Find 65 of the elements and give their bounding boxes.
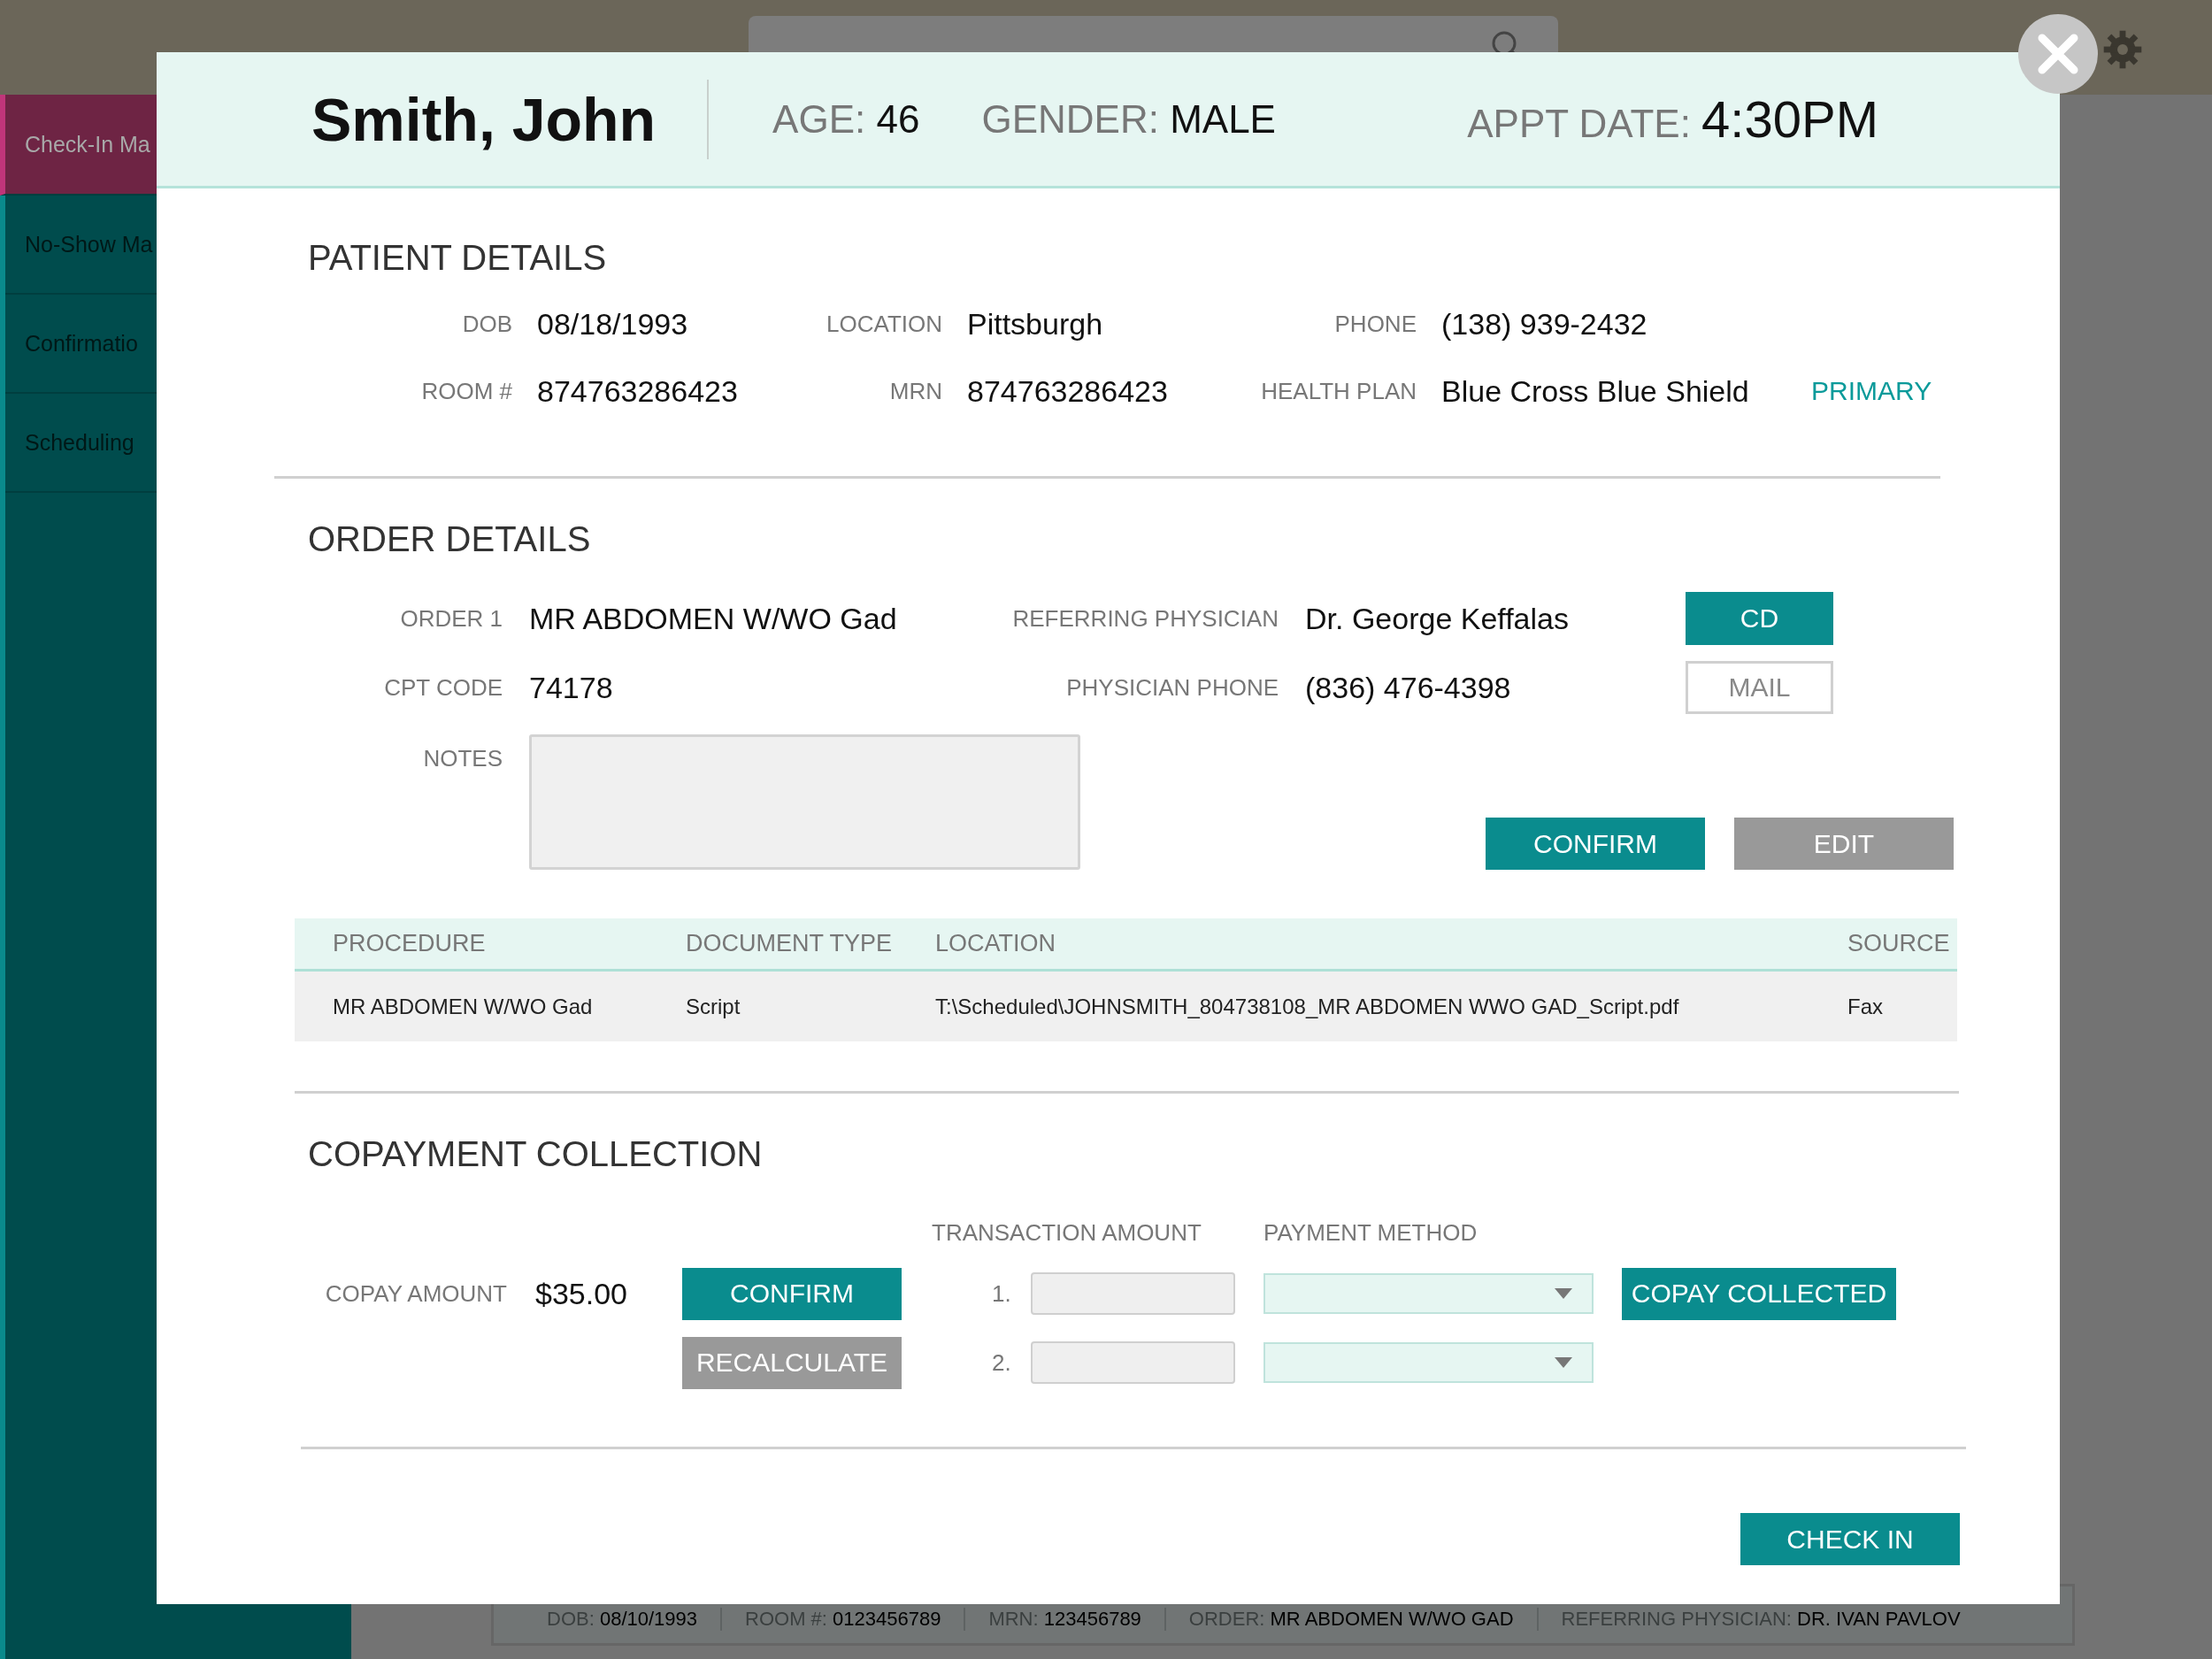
order-button[interactable]: CONFIRM — [1486, 818, 1705, 870]
order-button[interactable]: EDIT — [1734, 818, 1954, 870]
patient-name: Smith, John — [311, 84, 657, 154]
caret-icon — [1555, 1288, 1572, 1299]
table-cell-text: MR ABDOMEN W/WO Gad — [333, 994, 594, 1019]
line-number: 2. — [992, 1348, 1011, 1377]
field-value: MR ABDOMEN W/WO Gad — [529, 601, 898, 636]
send-button[interactable]: CD — [1686, 592, 1833, 645]
field-label: MRN — [888, 377, 942, 405]
column-header: SOURCE — [1847, 930, 1951, 957]
card-field: REFERRING PHYSICIAN: DR. IVAN PAVLOV — [1561, 1608, 1984, 1631]
section-title: COPAYMENT COLLECTION — [307, 1134, 764, 1174]
field-label: CPT CODE — [383, 673, 503, 702]
table-cell-text: T:\Scheduled\JOHNSMITH_804738108_MR ABDOMEN WWO GAD_Script.pdf — [935, 994, 1680, 1019]
card-field: ORDER: MR ABDOMEN W/WO GAD — [1188, 1608, 1539, 1631]
payment-method-select[interactable] — [1263, 1273, 1594, 1314]
field-value: Blue Cross Blue Shield — [1441, 373, 1750, 409]
field-value: 08/18/1993 — [537, 306, 689, 342]
amount-field[interactable] — [1030, 1272, 1235, 1315]
payment-method-select[interactable] — [1263, 1342, 1594, 1383]
column-label: PAYMENT METHOD — [1263, 1218, 1479, 1247]
settings-icon[interactable] — [2102, 29, 2143, 70]
send-button[interactable]: MAIL — [1686, 661, 1833, 714]
field-value: 874763286423 — [967, 373, 1169, 409]
field-label: COPAY AMOUNT — [324, 1279, 507, 1308]
section-title: ORDER DETAILS — [307, 519, 592, 559]
table-cell-text: Script — [686, 994, 741, 1019]
table-cell-text: Fax — [1847, 994, 1884, 1019]
field-value: Pittsburgh — [967, 306, 1104, 342]
field-value: 74178 — [529, 670, 614, 705]
section-title: PATIENT DETAILS — [307, 238, 608, 278]
field-label: DOB — [461, 310, 512, 338]
field-value: Dr. George Keffalas — [1305, 601, 1570, 636]
field-value: 874763286423 — [537, 373, 739, 409]
field-label: PHYSICIAN PHONE — [1065, 673, 1279, 702]
field-label: HEALTH PLAN — [1260, 377, 1417, 405]
column-header: LOCATION — [935, 930, 1056, 957]
column-header: PROCEDURE — [333, 930, 487, 957]
card-field: ROOM #: 0123456789 — [745, 1608, 966, 1631]
check-in-button[interactable]: CHECK IN — [1740, 1513, 1960, 1565]
field-label: NOTES — [422, 745, 503, 772]
field-value: (836) 476-4398 — [1305, 670, 1512, 705]
caret-icon — [1555, 1357, 1572, 1368]
field-label: PHONE — [1333, 310, 1417, 338]
card-field: DOB: 08/10/1993 — [547, 1608, 723, 1631]
column-label: TRANSACTION AMOUNT — [932, 1218, 1202, 1247]
copay-button[interactable]: CONFIRM — [682, 1267, 902, 1320]
header-field: AGE: 46 — [772, 96, 920, 142]
column-header: DOCUMENT TYPE — [686, 930, 894, 957]
copay-collected-button[interactable]: COPAY COLLECTED — [1622, 1267, 1896, 1320]
amount-field[interactable] — [1030, 1341, 1235, 1384]
header-field: GENDER: MALE — [981, 96, 1276, 142]
field-label: LOCATION — [826, 310, 942, 338]
field-value: (138) 939-2432 — [1441, 306, 1648, 342]
copay-amount: $35.00 — [535, 1276, 628, 1311]
appointment-date: APPT DATE: 4:30PM — [1467, 89, 1878, 149]
primary-link[interactable]: PRIMARY — [1811, 376, 2060, 406]
line-number: 1. — [992, 1279, 1011, 1308]
field-label: ROOM # — [420, 377, 512, 405]
field-label: ORDER 1 — [399, 604, 503, 633]
copay-button[interactable]: RECALCULATE — [682, 1336, 902, 1389]
notes-field[interactable] — [529, 734, 1080, 870]
card-field: MRN: 123456789 — [988, 1608, 1166, 1631]
field-label: REFERRING PHYSICIAN — [1011, 604, 1279, 633]
close-icon[interactable] — [2017, 13, 2099, 95]
